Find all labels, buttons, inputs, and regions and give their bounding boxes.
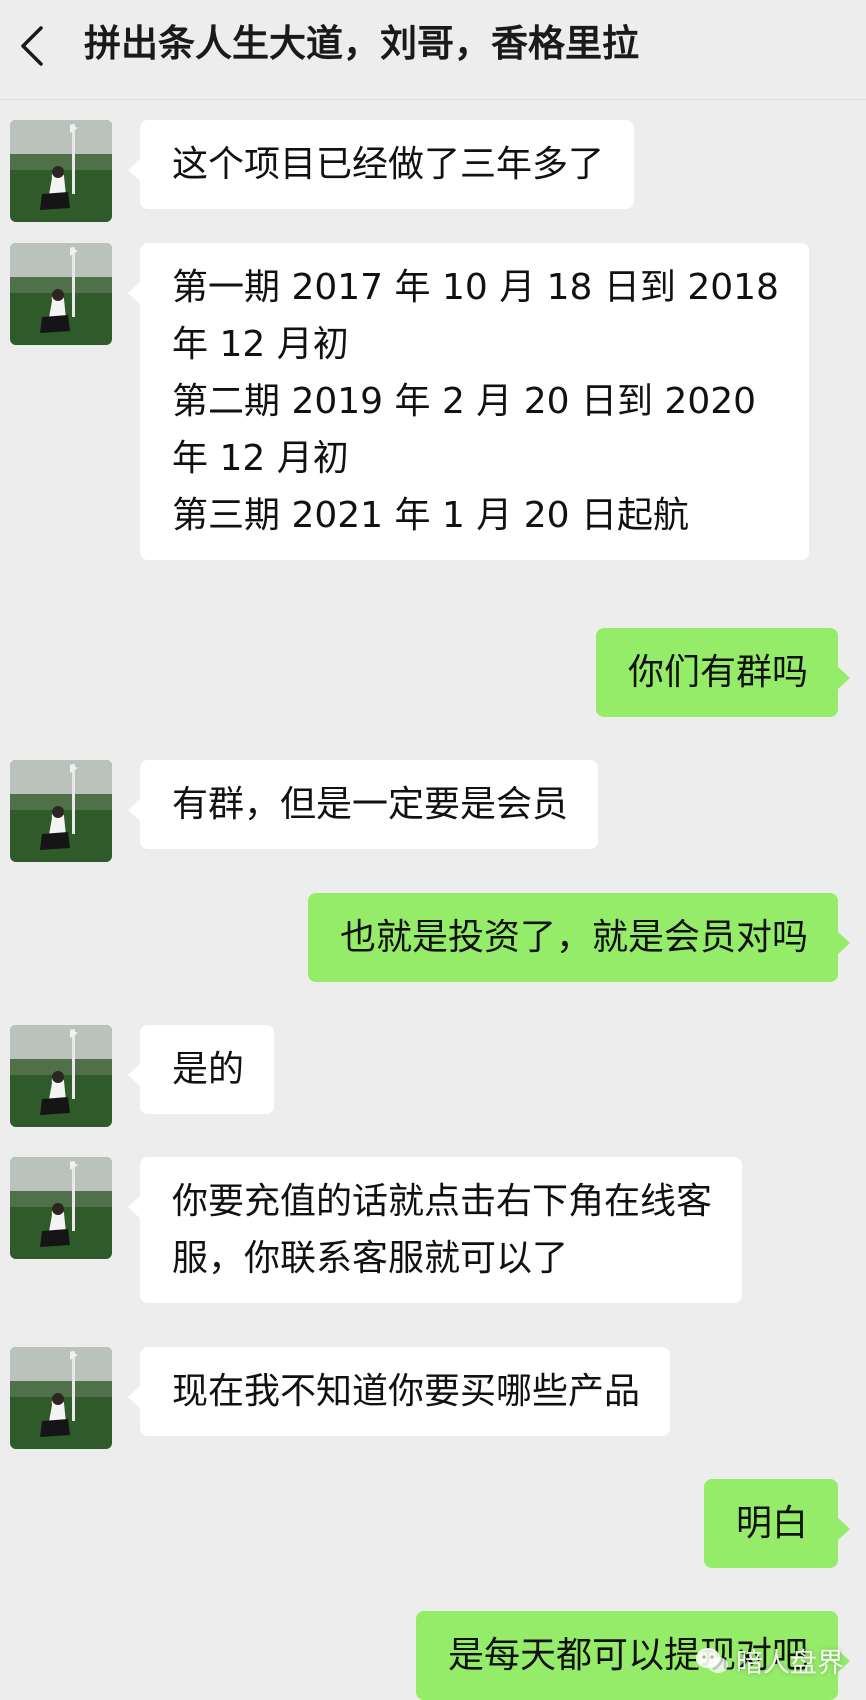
- message-text: 年 12 月初: [172, 324, 349, 365]
- contact-avatar[interactable]: [10, 243, 112, 345]
- outgoing-message-bubble[interactable]: 你们有群吗: [595, 628, 851, 717]
- message-text: 明白: [735, 1503, 808, 1544]
- outgoing-message-bubble[interactable]: 也就是投资了，就是会员对吗: [307, 893, 851, 982]
- wechat-official-account-icon: [696, 1647, 728, 1673]
- contact-avatar[interactable]: [10, 1347, 112, 1449]
- back-button[interactable]: [10, 18, 54, 74]
- contact-avatar[interactable]: [10, 760, 112, 862]
- message-text: 也就是投资了，就是会员对吗: [339, 917, 808, 958]
- message-text: 你要充值的话就点击右下角在线客: [172, 1181, 713, 1222]
- message-text: 你们有群吗: [627, 652, 808, 693]
- message-text: 这个项目已经做了三年多了: [172, 144, 605, 185]
- incoming-message-bubble[interactable]: 你要充值的话就点击右下角在线客 服，你联系客服就可以了: [127, 1157, 743, 1303]
- message-text: 第二期 2019 年 2 月 20 日到 2020: [172, 381, 757, 422]
- message-text: 第三期 2021 年 1 月 20 日起航: [172, 495, 689, 536]
- incoming-message-bubble[interactable]: 现在我不知道你要买哪些产品: [127, 1347, 671, 1436]
- incoming-message-bubble[interactable]: 有群，但是一定要是会员: [127, 760, 599, 849]
- message-text: 年 12 月初: [172, 438, 349, 479]
- chat-header: 拼出条人生大道，刘哥，香格里拉: [0, 0, 866, 100]
- message-text: 是的: [172, 1049, 245, 1090]
- contact-avatar[interactable]: [10, 1025, 112, 1127]
- incoming-message-bubble[interactable]: 是的: [127, 1025, 275, 1114]
- message-text: 有群，但是一定要是会员: [172, 784, 569, 825]
- chat-title: 拼出条人生大道，刘哥，香格里拉: [84, 22, 639, 65]
- incoming-message-bubble[interactable]: 第一期 2017 年 10 月 18 日到 2018 年 12 月初 第二期 2…: [128, 243, 809, 560]
- watermark: 暗人盘界: [694, 1641, 844, 1680]
- contact-avatar[interactable]: [10, 120, 112, 222]
- incoming-message-bubble[interactable]: 这个项目已经做了三年多了: [127, 120, 635, 209]
- message-text: 现在我不知道你要买哪些产品: [172, 1371, 641, 1412]
- chat-window: 拼出条人生大道，刘哥，香格里拉 这个项目已经做了三年多了 第一期 2017 年 …: [0, 0, 866, 1700]
- message-text: 服，你联系客服就可以了: [172, 1238, 569, 1279]
- watermark-text: 暗人盘界: [736, 1648, 844, 1679]
- message-text: 第一期 2017 年 10 月 18 日到 2018: [172, 267, 779, 308]
- contact-avatar[interactable]: [10, 1157, 112, 1259]
- outgoing-message-bubble[interactable]: 明白: [703, 1479, 851, 1568]
- chevron-left-icon: [21, 26, 43, 66]
